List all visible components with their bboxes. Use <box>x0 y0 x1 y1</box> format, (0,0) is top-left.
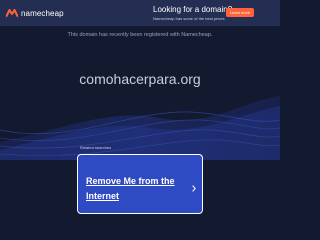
logo-text: namecheap <box>21 8 64 18</box>
top-bar: namecheap Looking for a domain? Namechea… <box>0 0 280 26</box>
background-waves <box>0 96 280 160</box>
promo-subtitle: Namecheap has some of the best prices <box>153 16 225 21</box>
registration-notice: This domain has recently been registered… <box>67 32 213 38</box>
related-search-text: Remove Me from the Internet <box>86 174 184 204</box>
namecheap-logo-icon <box>6 9 18 17</box>
domain-name: comohacerpara.org <box>79 71 201 87</box>
related-searches-label: Related searches <box>80 145 112 150</box>
promo-title: Looking for a domain? <box>153 5 233 14</box>
related-search-result[interactable]: Remove Me from the Internet <box>77 154 203 214</box>
namecheap-logo[interactable]: namecheap <box>6 8 64 18</box>
related-search-link[interactable]: Remove Me from the Internet <box>86 176 175 201</box>
chevron-right-icon <box>192 185 196 192</box>
learn-more-button[interactable]: Learn more <box>226 8 254 17</box>
